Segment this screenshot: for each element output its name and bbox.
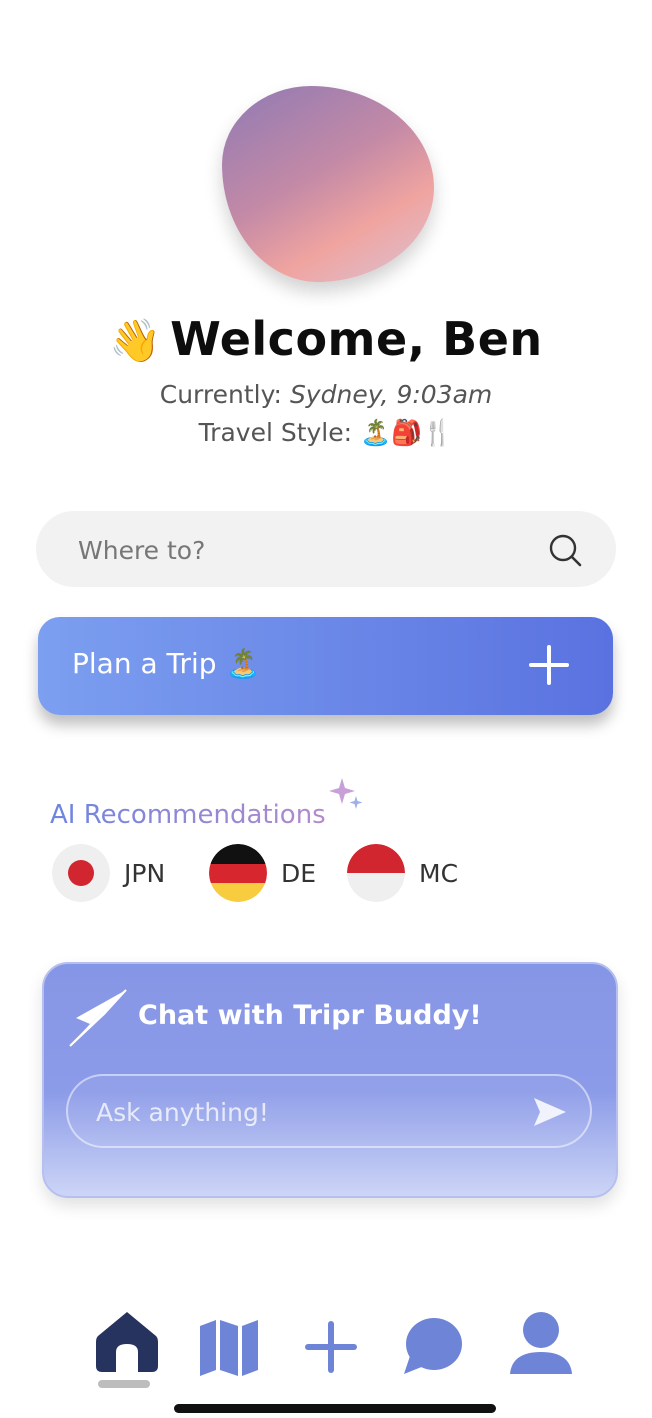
plan-trip-label: Plan a Trip 🏝️ (72, 647, 261, 680)
home-icon[interactable] (94, 1308, 160, 1378)
sparkle-icon (329, 778, 363, 809)
map-icon[interactable] (196, 1308, 262, 1378)
welcome-text: Welcome, Ben (170, 312, 543, 366)
plan-trip-button[interactable]: Plan a Trip 🏝️ (38, 617, 613, 715)
search-bar[interactable] (36, 511, 616, 587)
travel-style-emojis: 🏝️🎒🍴 (360, 418, 454, 447)
home-indicator (174, 1404, 496, 1413)
current-location: Currently: Sydney, 9:03am (0, 380, 652, 409)
germany-flag-icon (209, 844, 267, 902)
chat-title: Chat with Tripr Buddy! (138, 1000, 482, 1031)
plus-icon (529, 645, 569, 685)
ai-recommendations-title: AI Recommendations (50, 800, 326, 830)
compass-icon (69, 989, 127, 1047)
add-icon[interactable] (298, 1308, 364, 1378)
currently-value: Sydney, 9:03am (289, 380, 493, 409)
recommendation-code: JPN (124, 859, 166, 888)
chat-input-box[interactable] (66, 1074, 592, 1148)
user-avatar[interactable] (222, 86, 434, 282)
search-icon[interactable] (548, 533, 582, 567)
japan-flag-icon (52, 844, 110, 902)
travel-style-label: Travel Style: (198, 418, 353, 447)
wave-emoji: 👋 (109, 316, 163, 365)
search-input[interactable] (76, 529, 520, 571)
monaco-flag-icon (347, 844, 405, 902)
active-tab-indicator (98, 1380, 150, 1388)
travel-style: Travel Style: 🏝️🎒🍴 (0, 418, 652, 448)
chat-input[interactable] (94, 1092, 508, 1132)
chat-card[interactable]: Chat with Tripr Buddy! (42, 962, 618, 1198)
profile-icon[interactable] (508, 1308, 574, 1378)
recommendation-code: MC (419, 859, 459, 888)
currently-label: Currently: (159, 380, 282, 409)
send-icon[interactable] (532, 1096, 568, 1128)
recommendation-code: DE (281, 859, 317, 888)
welcome-heading: 👋 Welcome, Ben (0, 312, 652, 366)
chat-icon[interactable] (400, 1308, 466, 1378)
